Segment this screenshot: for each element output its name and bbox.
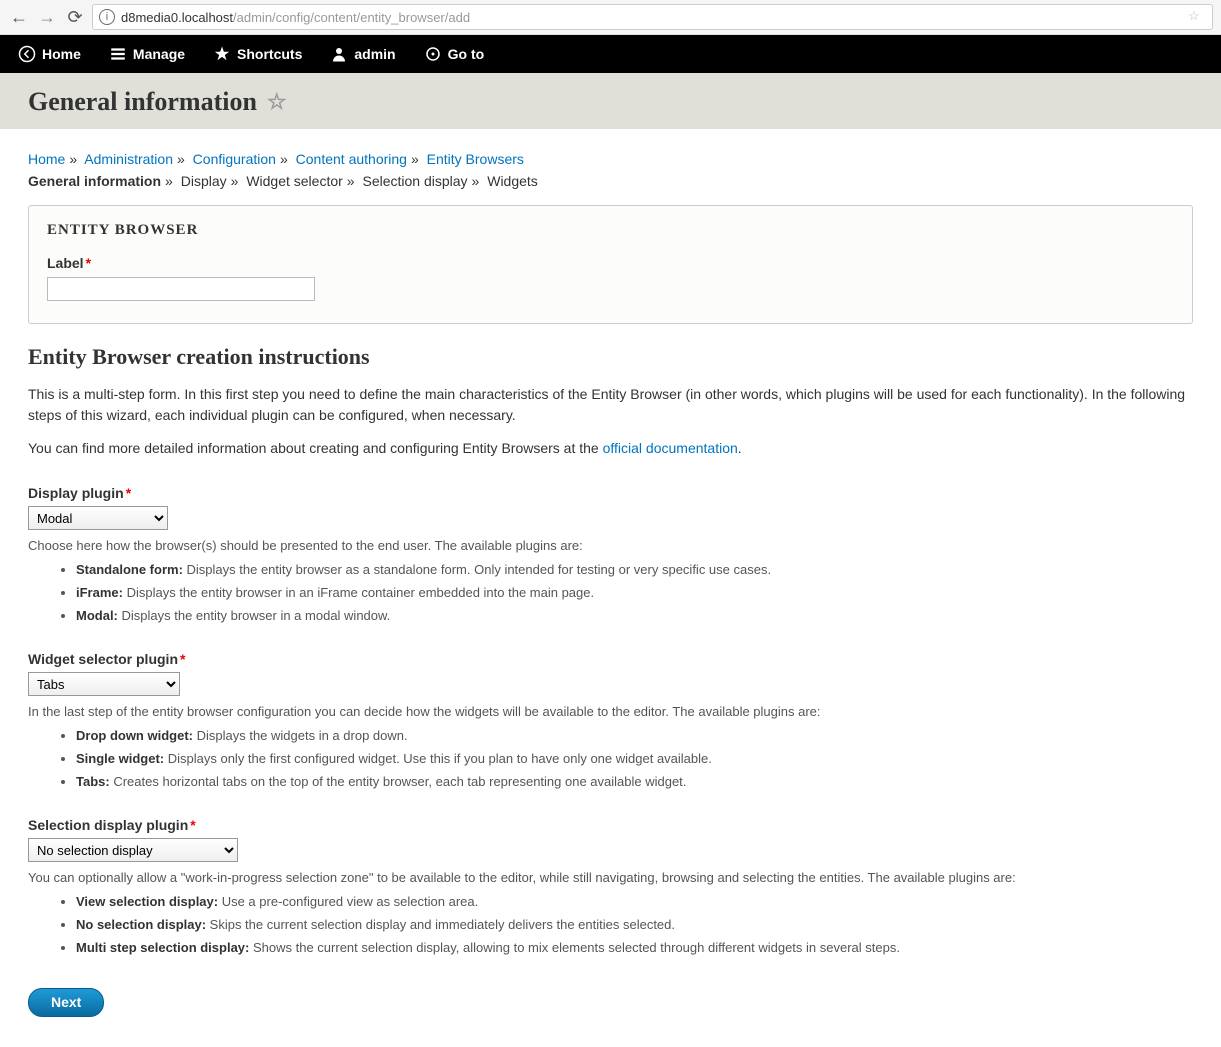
label-label: Label* <box>47 255 1174 271</box>
wizard-step: Selection display <box>362 173 467 189</box>
toolbar-user[interactable]: admin <box>316 35 409 73</box>
list-item: Tabs: Creates horizontal tabs on the top… <box>76 773 1193 791</box>
list-item: No selection display: Skips the current … <box>76 916 1193 934</box>
list-item: Modal: Displays the entity browser in a … <box>76 607 1193 625</box>
list-item: Standalone form: Displays the entity bro… <box>76 561 1193 579</box>
widget-plugin-options: Drop down widget: Displays the widgets i… <box>76 727 1193 792</box>
admin-toolbar: Home Manage Shortcuts admin Go to <box>0 35 1221 73</box>
widget-plugin-item: Widget selector plugin* Tabs In the last… <box>28 651 1193 791</box>
wizard-step: Display <box>181 173 227 189</box>
toolbar-goto-label: Go to <box>448 46 485 62</box>
toolbar-shortcuts[interactable]: Shortcuts <box>199 35 316 73</box>
star-icon <box>213 45 231 63</box>
wizard-step: Widgets <box>487 173 538 189</box>
browser-chrome: ← → ⟳ i d8media0.localhost/admin/config/… <box>0 0 1221 35</box>
breadcrumb-config[interactable]: Configuration <box>193 151 276 167</box>
user-icon <box>330 45 348 63</box>
list-item: Single widget: Displays only the first c… <box>76 750 1193 768</box>
url-host: d8media0.localhost <box>121 10 233 25</box>
toolbar-goto[interactable]: Go to <box>410 35 499 73</box>
toolbar-shortcuts-label: Shortcuts <box>237 46 302 62</box>
widget-plugin-select[interactable]: Tabs <box>28 672 180 696</box>
toolbar-home-label: Home <box>42 46 81 62</box>
list-item: Multi step selection display: Shows the … <box>76 939 1193 957</box>
hamburger-icon <box>109 45 127 63</box>
list-item: iFrame: Displays the entity browser in a… <box>76 584 1193 602</box>
instructions-heading: Entity Browser creation instructions <box>28 344 1193 370</box>
display-plugin-item: Display plugin* Modal Choose here how th… <box>28 485 1193 625</box>
selection-plugin-desc: You can optionally allow a "work-in-prog… <box>28 868 1193 888</box>
next-button[interactable]: Next <box>28 988 104 1017</box>
url-path: /admin/config/content/entity_browser/add <box>233 10 470 25</box>
target-icon <box>424 45 442 63</box>
breadcrumb-admin[interactable]: Administration <box>84 151 173 167</box>
forward-button: → <box>36 6 58 28</box>
back-button[interactable]: ← <box>8 6 30 28</box>
breadcrumb-content-auth[interactable]: Content authoring <box>296 151 407 167</box>
display-plugin-options: Standalone form: Displays the entity bro… <box>76 561 1193 626</box>
instructions-p2: You can find more detailed information a… <box>28 438 1193 459</box>
instructions-p1: This is a multi-step form. In this first… <box>28 384 1193 426</box>
widget-plugin-label: Widget selector plugin <box>28 651 178 667</box>
page-title: General information <box>28 87 257 117</box>
bookmark-icon[interactable]: ☆ <box>1188 8 1206 26</box>
toolbar-manage-label: Manage <box>133 46 185 62</box>
wizard-current: General information <box>28 173 161 189</box>
wizard-step: Widget selector <box>246 173 342 189</box>
display-plugin-desc: Choose here how the browser(s) should be… <box>28 536 1193 556</box>
list-item: Drop down widget: Displays the widgets i… <box>76 727 1193 745</box>
main-content: Home» Administration» Configuration» Con… <box>0 129 1221 1047</box>
toolbar-manage[interactable]: Manage <box>95 35 199 73</box>
list-item: View selection display: Use a pre-config… <box>76 893 1193 911</box>
favorite-star-icon[interactable]: ☆ <box>267 89 287 115</box>
page-title-bar: General information ☆ <box>0 73 1221 129</box>
info-icon[interactable]: i <box>99 9 115 25</box>
display-plugin-label: Display plugin <box>28 485 124 501</box>
selection-plugin-options: View selection display: Use a pre-config… <box>76 893 1193 958</box>
wizard-trail: General information» Display» Widget sel… <box>28 173 1193 189</box>
selection-plugin-item: Selection display plugin* No selection d… <box>28 817 1193 957</box>
selection-plugin-label: Selection display plugin <box>28 817 188 833</box>
breadcrumb-home[interactable]: Home <box>28 151 65 167</box>
url-bar[interactable]: i d8media0.localhost/admin/config/conten… <box>92 4 1213 30</box>
doc-link[interactable]: official documentation <box>603 440 738 456</box>
selection-plugin-select[interactable]: No selection display <box>28 838 238 862</box>
entity-browser-fieldset: ENTITY BROWSER Label* <box>28 205 1193 324</box>
display-plugin-select[interactable]: Modal <box>28 506 168 530</box>
fieldset-legend: ENTITY BROWSER <box>47 222 1174 239</box>
label-input[interactable] <box>47 277 315 301</box>
back-circle-icon <box>18 45 36 63</box>
breadcrumb: Home» Administration» Configuration» Con… <box>28 151 1193 167</box>
reload-button[interactable]: ⟳ <box>64 6 86 28</box>
toolbar-user-label: admin <box>354 46 395 62</box>
widget-plugin-desc: In the last step of the entity browser c… <box>28 702 1193 722</box>
toolbar-back[interactable]: Home <box>4 35 95 73</box>
breadcrumb-entity-browsers[interactable]: Entity Browsers <box>427 151 524 167</box>
